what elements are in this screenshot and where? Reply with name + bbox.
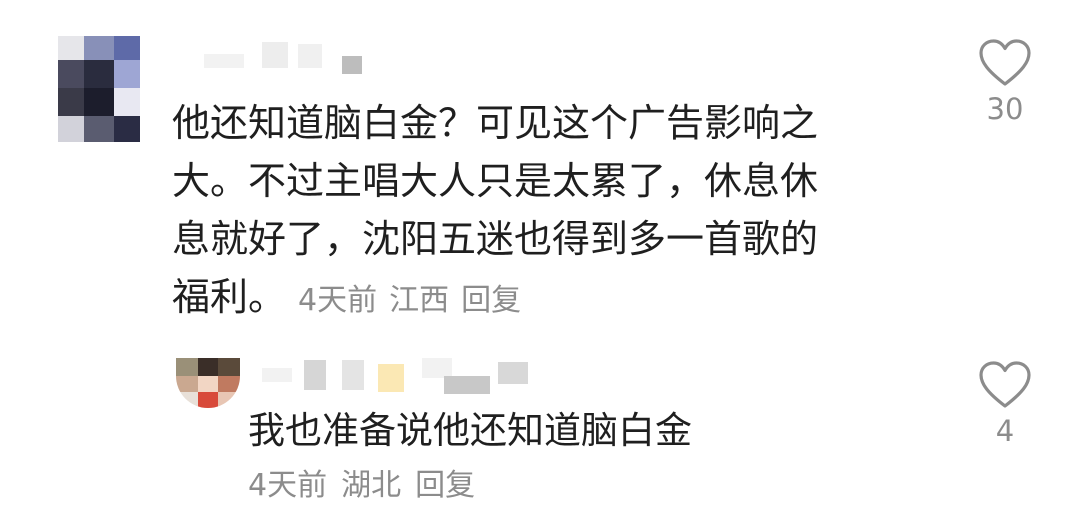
avatar[interactable] <box>58 36 140 142</box>
like-count: 4 <box>995 414 1015 448</box>
like-button[interactable]: 4 <box>970 360 1040 448</box>
comment-text-line: 息就好了，沈阳五迷也得到多一首歌的 <box>172 217 819 261</box>
comment-text: 他还知道脑白金？可见这个广告影响之 大。不过主唱大人只是太累了，休息休 息就好了… <box>172 94 902 330</box>
comment-meta: 4天前 江西 回复 <box>298 283 521 318</box>
reply-text: 我也准备说他还知道脑白金 <box>248 409 692 452</box>
like-button[interactable]: 30 <box>970 38 1040 126</box>
comment-text-line: 他还知道脑白金？可见这个广告影响之 <box>172 101 819 145</box>
reply-location: 湖北 <box>341 468 402 503</box>
comment-item: 他还知道脑白金？可见这个广告影响之 大。不过主唱大人只是太累了，休息休 息就好了… <box>0 0 1080 330</box>
comment-location: 江西 <box>389 283 450 318</box>
avatar[interactable] <box>176 358 240 408</box>
heart-outline-icon <box>979 361 1031 408</box>
heart-outline-icon <box>979 39 1031 86</box>
like-count: 30 <box>986 92 1024 126</box>
username-blurred[interactable] <box>262 356 552 396</box>
reply-item: 我也准备说他还知道脑白金 4天前 湖北 回复 4 <box>0 330 1080 510</box>
comment-text-line: 福利。 <box>172 275 287 319</box>
reply-time: 4天前 <box>248 468 328 503</box>
reply-meta: 4天前 湖北 回复 <box>248 466 475 506</box>
comment-text-line: 大。不过主唱大人只是太累了，休息休 <box>172 159 819 203</box>
reply-button[interactable]: 回复 <box>415 468 475 503</box>
username-blurred[interactable] <box>200 40 370 76</box>
comment-time: 4天前 <box>298 283 378 318</box>
reply-button[interactable]: 回复 <box>461 283 521 318</box>
